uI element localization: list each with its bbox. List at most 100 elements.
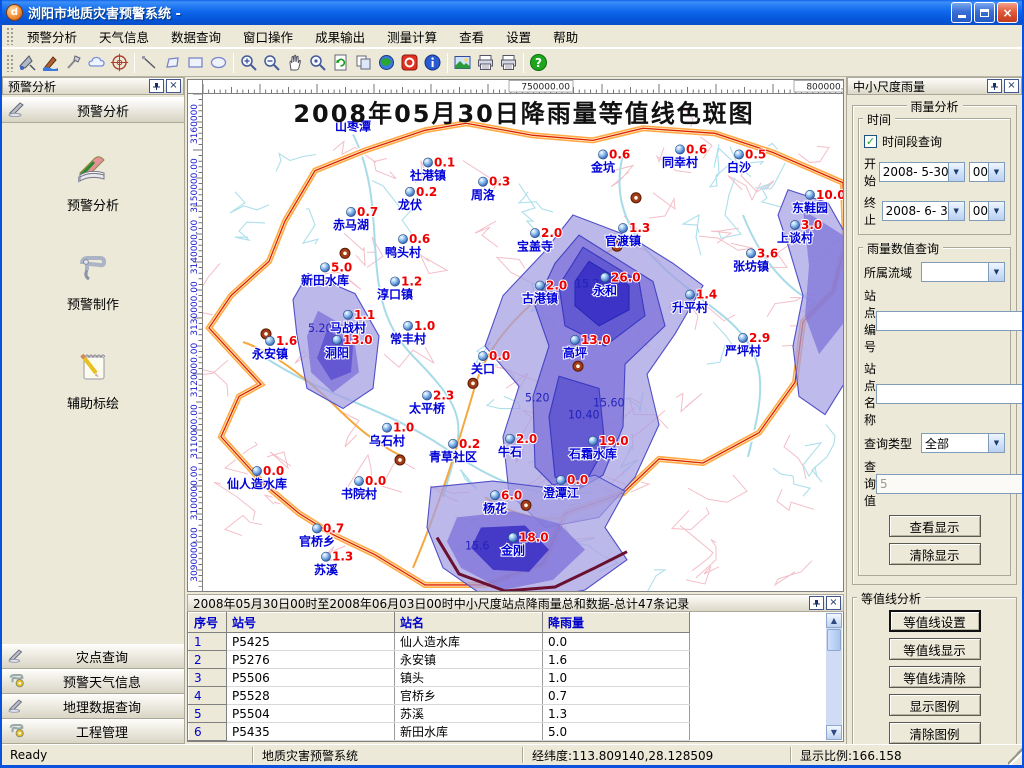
zoom-out-icon[interactable] <box>260 51 283 74</box>
time-group: 时间 ✓ 时间段查询 开始 2008- 5-30 ▼ <box>858 118 1011 235</box>
sidebar-item-3[interactable]: 辅助标绘 <box>67 349 119 412</box>
table-row[interactable]: 7P5310洞阳13.0 <box>189 741 690 743</box>
restore-button[interactable] <box>974 2 995 23</box>
table-scrollbar[interactable]: ▲ ▼ <box>826 613 842 740</box>
end-hour-dropdown[interactable]: 00 ▼ <box>969 201 1005 221</box>
svg-text:3120000.00: 3120000.00 <box>190 343 200 398</box>
sidebar-item-1[interactable]: 预警分析 <box>67 151 119 214</box>
table-row[interactable]: 2P5276永安镇1.6 <box>189 651 690 669</box>
sidebar-bar-2[interactable]: 预警天气信息 <box>2 669 184 694</box>
right-pane-pin-button[interactable] <box>987 79 1002 93</box>
right-dock-panel: 中小尺度雨量 × 雨量分析 时间 ✓ 时间段查询 <box>846 77 1022 744</box>
image-icon[interactable] <box>451 51 474 74</box>
chevron-down-icon[interactable]: ▼ <box>988 202 1004 220</box>
contour-button-4[interactable]: 显示图例 <box>889 694 981 716</box>
table-row[interactable]: 6P5435新田水库5.0 <box>189 723 690 741</box>
contour-button-2[interactable]: 等值线显示 <box>889 638 981 660</box>
menu-item-1[interactable]: 预警分析 <box>16 24 88 49</box>
cloud-icon[interactable] <box>85 51 108 74</box>
table-row[interactable]: 5P5504苏溪1.3 <box>189 705 690 723</box>
hammer-icon[interactable] <box>62 51 85 74</box>
resize-grip[interactable] <box>1008 745 1022 765</box>
contour-button-3[interactable]: 等值线清除 <box>889 666 981 688</box>
bottom-pane-pin-button[interactable] <box>809 596 824 610</box>
line-tool-icon[interactable] <box>138 51 161 74</box>
sidebar-item-2[interactable]: 预警制作 <box>67 250 119 313</box>
toolbar-grip[interactable] <box>6 54 13 72</box>
title-bar: d 浏阳市地质灾害预警系统 - × <box>2 0 1022 25</box>
scroll-thumb[interactable] <box>827 629 841 651</box>
table-row[interactable]: 4P5528官桥乡0.7 <box>189 687 690 705</box>
rectangle-tool-icon[interactable] <box>184 51 207 74</box>
pan-hand-icon[interactable] <box>283 51 306 74</box>
chevron-down-icon[interactable]: ▼ <box>988 163 1004 181</box>
column-header[interactable]: 站号 <box>227 613 395 633</box>
info-icon[interactable] <box>421 51 444 74</box>
station-name-input[interactable] <box>876 384 1022 404</box>
stop-icon[interactable] <box>398 51 421 74</box>
start-hour-dropdown[interactable]: 00 ▼ <box>969 162 1005 182</box>
contour-button-1[interactable]: 等值线设置 <box>889 610 981 632</box>
zoom-center-icon[interactable] <box>306 51 329 74</box>
basin-dropdown[interactable]: ▼ <box>921 262 1005 282</box>
minimize-button[interactable] <box>951 2 972 23</box>
sidebar-bar-3[interactable]: 地理数据查询 <box>2 694 184 719</box>
refresh-icon[interactable] <box>329 51 352 74</box>
menu-item-7[interactable]: 查看 <box>448 24 495 49</box>
contour-button-5[interactable]: 清除图例 <box>889 722 981 744</box>
left-pane-close-button[interactable]: × <box>166 79 181 93</box>
station-id-input[interactable] <box>876 311 1022 331</box>
print-preview-icon[interactable] <box>497 51 520 74</box>
satellite-icon[interactable] <box>16 51 39 74</box>
svg-text:0.5: 0.5 <box>745 147 766 161</box>
map-canvas[interactable]: 5.2015.25.2015.6010.4015.6山枣潭0.1社港镇0.2龙伏… <box>203 94 844 591</box>
query-value-label: 查询值 <box>864 458 876 509</box>
svg-text:0.6: 0.6 <box>686 142 707 156</box>
query-type-dropdown[interactable]: 全部 ▼ <box>921 433 1005 453</box>
menu-item-3[interactable]: 数据查询 <box>160 24 232 49</box>
sidebar-bar-4[interactable]: 工程管理 <box>2 719 184 744</box>
globe-icon[interactable] <box>375 51 398 74</box>
print-icon[interactable] <box>474 51 497 74</box>
query-button-1[interactable]: 查看显示 <box>889 515 981 537</box>
chevron-down-icon[interactable]: ▼ <box>988 434 1004 452</box>
menubar-grip[interactable] <box>6 27 13 45</box>
left-pane-pin-button[interactable] <box>149 79 164 93</box>
column-header[interactable]: 站名 <box>395 613 543 633</box>
menu-item-9[interactable]: 帮助 <box>542 24 589 49</box>
chevron-down-icon[interactable]: ▼ <box>948 163 964 181</box>
station-table[interactable]: 序号站号站名降雨量1P5425仙人造水库0.02P5276永安镇1.63P550… <box>188 612 690 742</box>
scroll-down-icon[interactable]: ▼ <box>826 725 842 740</box>
zoom-in-icon[interactable] <box>237 51 260 74</box>
ellipse-tool-icon[interactable] <box>207 51 230 74</box>
menu-item-6[interactable]: 测量计算 <box>376 24 448 49</box>
polygon-tool-icon[interactable] <box>161 51 184 74</box>
close-button[interactable]: × <box>997 2 1018 23</box>
target-icon[interactable] <box>108 51 131 74</box>
menu-item-5[interactable]: 成果输出 <box>304 24 376 49</box>
menu-item-2[interactable]: 天气信息 <box>88 24 160 49</box>
menu-item-4[interactable]: 窗口操作 <box>232 24 304 49</box>
bottom-pane-close-button[interactable]: × <box>826 596 841 610</box>
query-value-input[interactable] <box>876 474 1022 494</box>
chevron-down-icon[interactable]: ▼ <box>988 263 1004 281</box>
chevron-down-icon[interactable]: ▼ <box>948 202 964 220</box>
query-button-2[interactable]: 清除显示 <box>889 543 981 565</box>
table-row[interactable]: 3P5506镇头1.0 <box>189 669 690 687</box>
help-icon[interactable]: ? <box>527 51 550 74</box>
table-row[interactable]: 1P5425仙人造水库0.0 <box>189 633 690 651</box>
start-date-dropdown[interactable]: 2008- 5-30 ▼ <box>879 162 965 182</box>
menu-item-8[interactable]: 设置 <box>495 24 542 49</box>
query-buttons: 查看显示清除显示 <box>864 515 1005 565</box>
right-pane-close-button[interactable]: × <box>1004 79 1019 93</box>
sidebar-bar-1[interactable]: 灾点查询 <box>2 644 184 669</box>
copy-layers-icon[interactable] <box>352 51 375 74</box>
time-range-checkbox[interactable]: ✓ <box>864 135 877 148</box>
sidebar-header[interactable]: 预警分析 <box>2 97 184 123</box>
column-header[interactable]: 降雨量 <box>543 613 690 633</box>
scroll-up-icon[interactable]: ▲ <box>826 613 842 628</box>
end-date-dropdown[interactable]: 2008- 6- 3 ▼ <box>882 201 965 221</box>
svg-text:永安镇: 永安镇 <box>251 346 288 361</box>
column-header[interactable]: 序号 <box>189 613 227 633</box>
flood-tool-icon[interactable] <box>39 51 62 74</box>
